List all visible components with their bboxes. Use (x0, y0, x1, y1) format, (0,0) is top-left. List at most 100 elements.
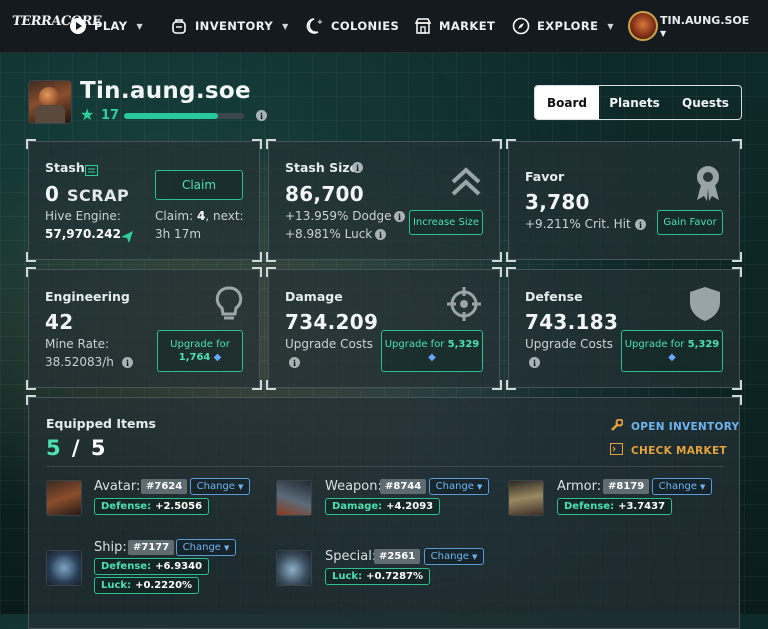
tab-board[interactable]: Board (535, 86, 599, 119)
info-icon[interactable]: i (529, 357, 540, 368)
xp-progress-fill (124, 113, 218, 119)
special-item-image[interactable] (276, 550, 312, 586)
change-special-button[interactable]: Change ▼ (424, 548, 484, 565)
favor-card: Favor 3,780 +9.211% Crit. Hit i Gain Fav… (506, 139, 742, 262)
upgrade-cost-value: 5,329 (447, 339, 480, 350)
engineering-card: Engineering 42 Mine Rate: 38.52083/h i U… (26, 267, 262, 390)
hive-engine-label: Hive Engine: (45, 209, 121, 223)
lightbulb-icon (215, 286, 243, 326)
tab-planets[interactable]: Planets (599, 86, 670, 119)
user-menu[interactable]: TIN.AUNG.SOE ▼ (628, 8, 758, 48)
nav-inventory-label: INVENTORY (195, 19, 274, 33)
claim-label: Claim: (155, 209, 194, 223)
nav-inventory[interactable]: INVENTORY ▼ (170, 0, 289, 52)
crystal-icon: ◆ (428, 352, 436, 363)
avatar-item-image[interactable] (46, 480, 82, 516)
stat-value: +0.2220% (135, 580, 193, 591)
top-nav: TERRACORE PLAY ▼ INVENTORY ▼ + COLONIES … (0, 0, 768, 53)
item-id[interactable]: #7624 (141, 479, 188, 494)
tab-quests[interactable]: Quests (670, 86, 741, 119)
info-icon[interactable]: i (352, 162, 363, 173)
increase-size-button[interactable]: Increase Size (409, 210, 483, 235)
weapon-item-image[interactable] (276, 480, 312, 516)
star-icon: ★ (80, 105, 95, 124)
armor-item-image[interactable] (508, 480, 544, 516)
item-id[interactable]: #8179 (603, 479, 650, 494)
change-weapon-button[interactable]: Change ▼ (429, 478, 489, 495)
slot-label: Armor: (557, 479, 602, 494)
upgrade-cost-value: 1,764 (178, 352, 211, 363)
nav-market-label: MARKET (439, 19, 496, 33)
change-avatar-button[interactable]: Change ▼ (190, 478, 250, 495)
item-id[interactable]: #8744 (380, 479, 427, 494)
item-stat: Defense: +2.5056 (94, 498, 210, 515)
chevron-down-icon: ▼ (471, 552, 478, 561)
info-icon[interactable]: i (256, 110, 267, 121)
item-id[interactable]: #7177 (128, 540, 175, 555)
info-icon[interactable]: i (375, 229, 386, 240)
item-id[interactable]: #2561 (374, 549, 421, 564)
svg-text:+: + (317, 18, 323, 26)
crystal-icon: ◆ (213, 352, 222, 363)
nav-colonies[interactable]: + COLONIES (306, 0, 399, 52)
change-label: Change (658, 481, 697, 492)
dodge-bonus: +13.959% Dodge (285, 209, 392, 223)
defense-title: Defense (525, 289, 583, 304)
chevron-down-icon: ▼ (607, 21, 614, 31)
stash-card: Stash 0 SCRAP Hive Engine: 57,970.242 Cl… (26, 139, 262, 262)
nav-market[interactable]: MARKET (414, 0, 495, 52)
stash-size-value: 86,700 (285, 182, 364, 206)
check-market-link[interactable]: CHECK MARKET (610, 443, 727, 458)
claim-next-time: 3h 17m (155, 227, 202, 241)
item-stat: Defense: +3.7437 (557, 498, 673, 515)
stat-key: Luck: (101, 580, 132, 591)
mine-rate-label: Mine Rate: (45, 337, 110, 351)
gain-favor-button[interactable]: Gain Favor (657, 210, 723, 235)
mine-rate-value: 38.52083/h (45, 355, 114, 369)
nav-play[interactable]: PLAY ▼ (69, 0, 143, 52)
award-ribbon-icon (693, 164, 723, 206)
send-icon[interactable] (121, 228, 133, 247)
stat-value: +3.7437 (618, 501, 666, 512)
item-stat: Luck: +0.2220% (94, 577, 200, 594)
stat-value: +6.9340 (155, 561, 203, 572)
double-chevron-up-icon (450, 166, 482, 202)
change-ship-button[interactable]: Change ▼ (176, 539, 236, 556)
receipt-icon (85, 161, 98, 180)
info-icon[interactable]: i (289, 357, 300, 368)
upgrade-defense-button[interactable]: Upgrade for 5,329 ◆ (621, 330, 723, 372)
claim-button[interactable]: Claim (155, 170, 243, 200)
slot-label: Special: (325, 549, 377, 564)
nav-play-label: PLAY (94, 19, 128, 33)
defense-value: 743.183 (525, 310, 619, 334)
shop-icon (414, 17, 432, 35)
ship-item-image[interactable] (46, 550, 82, 586)
change-armor-button[interactable]: Change ▼ (652, 478, 712, 495)
username: TIN.AUNG.SOE (660, 14, 750, 27)
xp-progress-bar (124, 113, 244, 119)
upgrade-label: Upgrade for 5,329 (625, 338, 720, 351)
nav-explore[interactable]: EXPLORE ▼ (512, 0, 614, 52)
crystal-icon: ◆ (668, 352, 676, 363)
stat-value: +0.7287% (366, 571, 424, 582)
terminal-icon (610, 443, 623, 458)
upgrade-engineering-button[interactable]: Upgrade for 1,764 ◆ (157, 330, 243, 372)
open-inventory-link[interactable]: OPEN INVENTORY (610, 418, 739, 435)
moon-stars-icon: + (306, 17, 324, 35)
profile-avatar (28, 80, 72, 124)
upgrade-text: Upgrade for (624, 339, 685, 350)
luck-bonus: +8.981% Luck (285, 227, 373, 241)
chevron-down-icon: ▼ (136, 21, 144, 31)
stash-value: 0 (45, 182, 60, 206)
hive-engine-value: 57,970.242 (45, 227, 121, 241)
stat-key: Defense: (101, 501, 152, 512)
chevron-down-icon: ▼ (699, 482, 706, 491)
upgrade-damage-button[interactable]: Upgrade for 5,329 ◆ (381, 330, 483, 372)
stat-key: Defense: (101, 561, 152, 572)
info-icon[interactable]: i (635, 219, 646, 230)
chevron-down-icon: ▼ (237, 482, 244, 491)
slot-label: Avatar: (94, 479, 141, 494)
info-icon[interactable]: i (394, 211, 405, 222)
stat-value: +2.5056 (155, 501, 203, 512)
info-icon[interactable]: i (122, 357, 133, 368)
